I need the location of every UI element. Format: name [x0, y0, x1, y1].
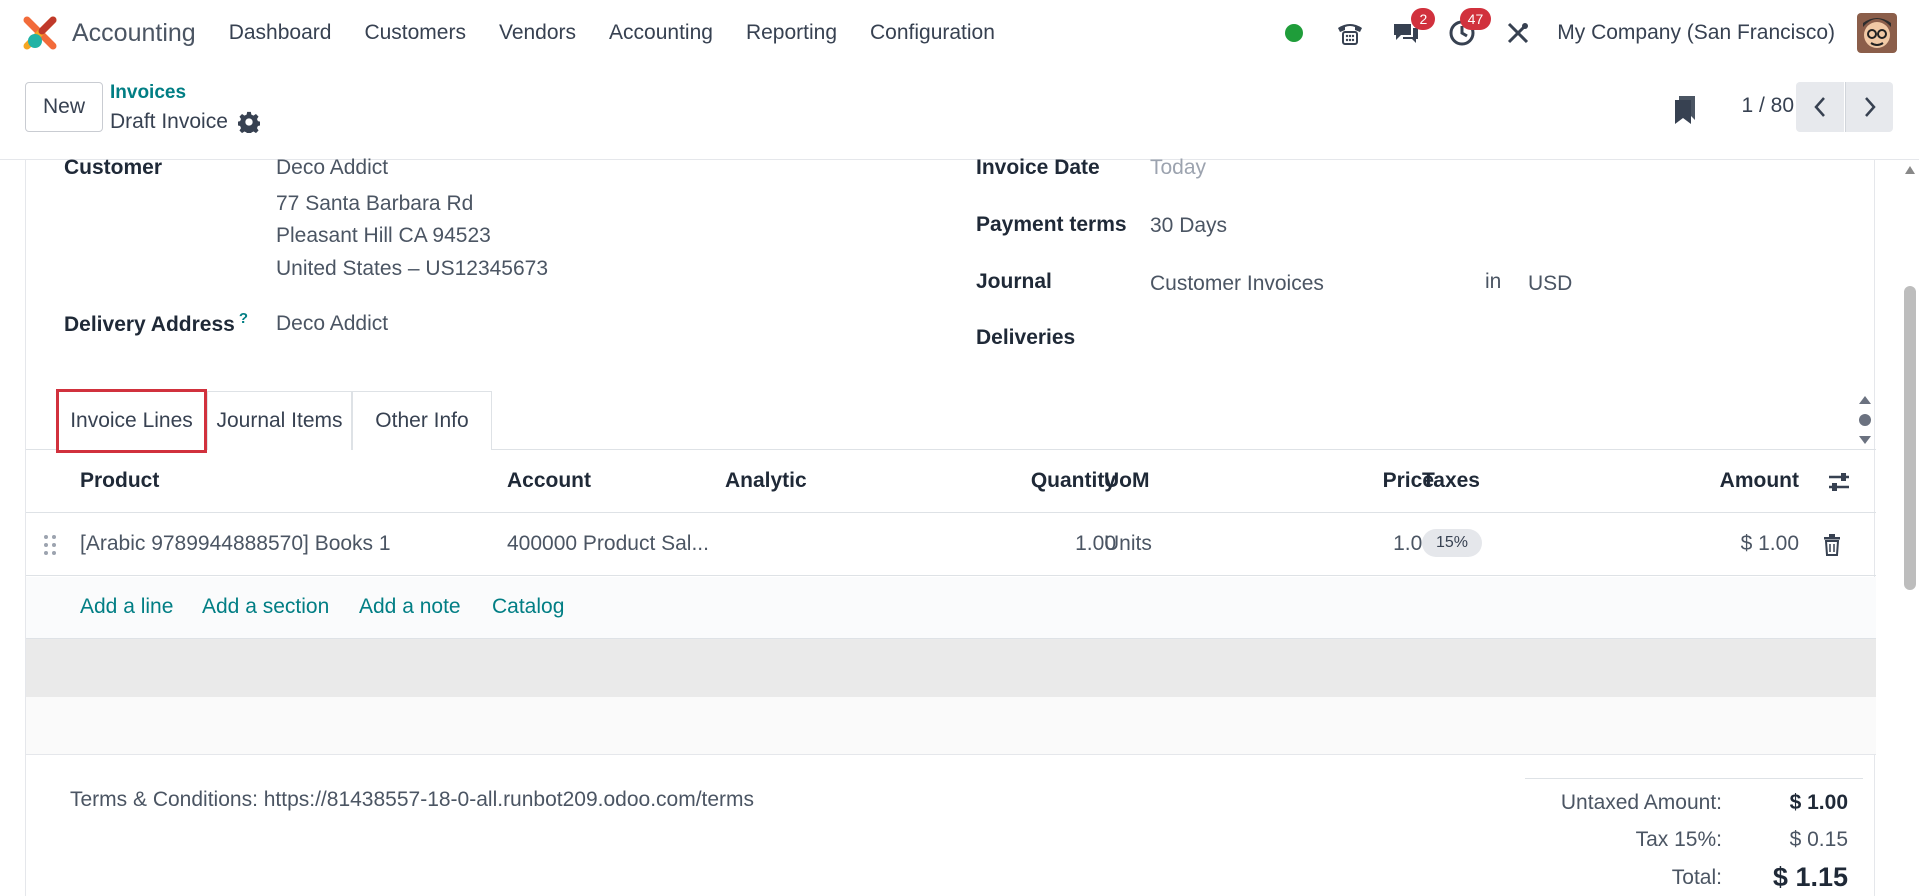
column-account[interactable]: Account: [507, 469, 591, 493]
add-section-link[interactable]: Add a section: [202, 595, 329, 619]
payment-terms-field[interactable]: 30 Days: [1150, 214, 1227, 238]
tab-other-info-label: Other Info: [375, 409, 469, 432]
messages-badge: 2: [1411, 8, 1436, 30]
scroll-up-arrow-icon[interactable]: [1905, 166, 1915, 174]
column-taxes[interactable]: Taxes: [1422, 469, 1480, 493]
menu-reporting[interactable]: Reporting: [746, 21, 837, 45]
tab-invoice-lines[interactable]: Invoice Lines: [56, 389, 207, 453]
empty-row: [26, 697, 1876, 755]
tax-label: Tax 15%:: [1635, 828, 1722, 851]
bookmark-icon[interactable]: [1673, 94, 1697, 124]
total-label: Total:: [1671, 866, 1722, 889]
user-avatar[interactable]: [1857, 13, 1897, 53]
add-actions-row: Add a line Add a section Add a note Cata…: [26, 577, 1876, 639]
chevron-right-icon: [1864, 97, 1876, 117]
top-navbar: Accounting Dashboard Customers Vendors A…: [0, 0, 1919, 66]
cell-uom[interactable]: Units: [1104, 532, 1152, 556]
column-uom[interactable]: UoM: [1104, 469, 1150, 493]
customer-field[interactable]: Deco Addict: [276, 156, 388, 180]
tab-journal-items-label: Journal Items: [216, 409, 343, 432]
catalog-link[interactable]: Catalog: [492, 595, 564, 619]
delivery-address-label-text: Delivery Address: [64, 313, 235, 336]
page-scrollbar[interactable]: [1901, 160, 1919, 896]
notebook-scroll-icon[interactable]: [1857, 394, 1873, 446]
untaxed-amount-value: $ 1.00: [1789, 791, 1848, 814]
activities-badge: 47: [1459, 8, 1492, 30]
pager-next-button[interactable]: [1845, 82, 1893, 132]
company-switcher[interactable]: My Company (San Francisco): [1557, 21, 1835, 45]
payment-terms-label: Payment terms: [976, 213, 1127, 236]
menu-vendors[interactable]: Vendors: [499, 21, 576, 45]
menu-customers[interactable]: Customers: [364, 21, 466, 45]
customer-label: Customer: [64, 156, 163, 179]
add-line-link[interactable]: Add a line: [80, 595, 173, 619]
cell-amount: $ 1.00: [1740, 532, 1799, 555]
tax-value: $ 0.15: [1789, 828, 1848, 851]
menu-configuration[interactable]: Configuration: [870, 21, 995, 45]
chevron-left-icon: [1814, 97, 1825, 117]
totals-divider: [1525, 778, 1863, 779]
column-product[interactable]: Product: [80, 469, 159, 493]
currency-field[interactable]: USD: [1528, 272, 1572, 296]
trash-icon[interactable]: [1823, 534, 1841, 556]
control-panel: New Invoices Draft Invoice 1 / 80: [0, 66, 1919, 160]
customer-address-line2: Pleasant Hill CA 94523: [276, 224, 491, 247]
accounting-app-icon: [22, 15, 58, 51]
customer-address-line1: 77 Santa Barbara Rd: [276, 192, 474, 215]
cell-product[interactable]: [Arabic 9789944888570] Books 1: [80, 532, 391, 556]
tab-other-info[interactable]: Other Info: [352, 391, 492, 450]
customer-address-line3: United States – US12345673: [276, 257, 549, 280]
total-value: $ 1.15: [1772, 862, 1848, 892]
debug-tools-icon[interactable]: [1501, 16, 1535, 50]
cell-account[interactable]: 400000 Product Sal...: [507, 532, 709, 556]
gear-icon[interactable]: [237, 111, 260, 133]
scrollbar-thumb[interactable]: [1904, 286, 1916, 590]
invoice-date-field[interactable]: Today: [1150, 156, 1206, 180]
menu-dashboard[interactable]: Dashboard: [229, 21, 332, 45]
terms-and-conditions[interactable]: Terms & Conditions: https://81438557-18-…: [70, 788, 754, 812]
tab-invoice-lines-label: Invoice Lines: [70, 409, 193, 432]
app-brand[interactable]: Accounting: [22, 15, 196, 51]
new-button[interactable]: New: [25, 82, 103, 132]
record-title: Draft Invoice: [110, 110, 228, 133]
systray: 2 47 My Company (San Francisco): [1277, 0, 1919, 66]
empty-row: [26, 639, 1876, 697]
optional-columns-icon[interactable]: [1827, 471, 1851, 493]
presence-status-icon[interactable]: [1277, 16, 1311, 50]
delivery-address-field[interactable]: Deco Addict: [276, 312, 388, 336]
pager-previous-button[interactable]: [1796, 82, 1844, 132]
invoice-date-label: Invoice Date: [976, 156, 1100, 179]
journal-in-text: in: [1485, 270, 1502, 293]
menu-accounting[interactable]: Accounting: [609, 21, 713, 45]
pager-value[interactable]: 1 / 80: [1741, 94, 1794, 118]
activities-icon[interactable]: 47: [1445, 8, 1492, 50]
invoice-lines-header: Product Account Analytic Quantity UoM Pr…: [26, 451, 1876, 513]
messages-icon[interactable]: 2: [1389, 8, 1436, 50]
breadcrumb-current: Draft Invoice: [110, 110, 260, 134]
notebook-tabs: Invoice Lines Journal Items Other Info: [26, 389, 1876, 453]
breadcrumb-invoices[interactable]: Invoices: [110, 82, 186, 104]
column-amount[interactable]: Amount: [1720, 469, 1799, 493]
delivery-address-label: Delivery Address?: [64, 310, 248, 337]
column-analytic[interactable]: Analytic: [725, 469, 807, 493]
table-row[interactable]: [Arabic 9789944888570] Books 1 400000 Pr…: [26, 514, 1876, 576]
add-note-link[interactable]: Add a note: [359, 595, 461, 619]
deliveries-label: Deliveries: [976, 326, 1076, 349]
untaxed-amount-label: Untaxed Amount:: [1560, 791, 1722, 814]
main-menu: Dashboard Customers Vendors Accounting R…: [229, 21, 1028, 45]
drag-handle-icon[interactable]: [43, 534, 57, 556]
help-tooltip-icon[interactable]: ?: [239, 310, 248, 327]
form-sheet: Customer Deco Addict 77 Santa Barbara Rd…: [25, 156, 1876, 896]
journal-label: Journal: [976, 270, 1052, 293]
tax-badge[interactable]: 15%: [1422, 529, 1483, 557]
app-name: Accounting: [72, 18, 196, 47]
journal-field[interactable]: Customer Invoices: [1150, 272, 1324, 296]
phone-icon[interactable]: [1333, 16, 1367, 50]
tab-journal-items[interactable]: Journal Items: [207, 391, 352, 450]
